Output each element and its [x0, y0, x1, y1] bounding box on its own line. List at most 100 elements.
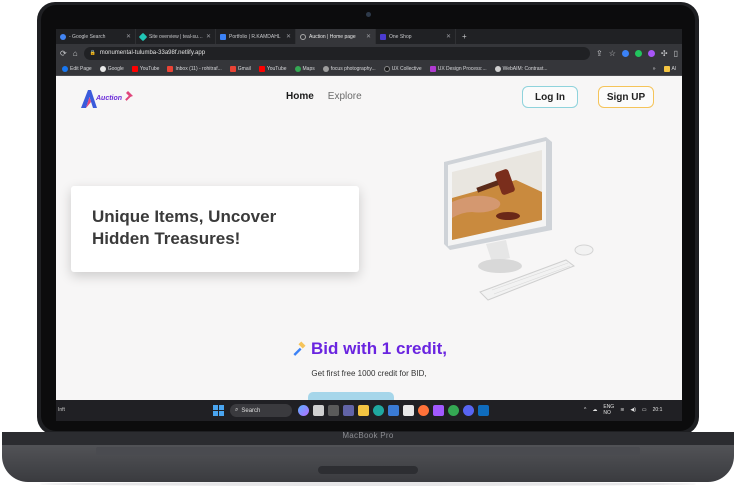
- trackpad-notch: [318, 466, 418, 474]
- microsoft-store-icon[interactable]: [388, 405, 399, 416]
- youtube-icon: [258, 65, 265, 72]
- bookmark-item[interactable]: UX Collective: [383, 65, 422, 72]
- search-icon: ⌕: [235, 407, 239, 413]
- language-indicator[interactable]: ENG NO: [603, 404, 614, 416]
- extension-purple-icon[interactable]: [647, 49, 655, 57]
- bookmark-label: Edit Page: [70, 65, 92, 72]
- onedrive-icon[interactable]: ☁: [592, 407, 597, 413]
- extension-blue-icon[interactable]: [621, 49, 629, 57]
- address-bar[interactable]: 🔒 monumental-tulumba-33a98f.netlify.app: [83, 46, 591, 60]
- puzzle-icon[interactable]: ✣: [661, 49, 668, 58]
- system-tray: ^ ☁ ENG NO ≋ ◀) ▭ 20:1: [584, 404, 662, 416]
- star-icon[interactable]: ☆: [609, 49, 616, 58]
- new-tab-button[interactable]: +: [456, 32, 473, 41]
- close-icon[interactable]: ✕: [206, 33, 211, 40]
- close-icon[interactable]: ✕: [126, 33, 131, 40]
- netlify-icon: [138, 32, 148, 41]
- cta-button[interactable]: [308, 392, 394, 400]
- bookmark-item[interactable]: Edit Page: [62, 65, 92, 72]
- home-icon[interactable]: ⌂: [73, 49, 78, 58]
- teams-icon[interactable]: [343, 405, 354, 416]
- site-logo[interactable]: Auction: [78, 87, 138, 111]
- bookmark-label: UX Collective: [391, 65, 422, 72]
- all-bookmarks-folder[interactable]: Al: [663, 65, 676, 72]
- task-view-icon[interactable]: [313, 405, 324, 416]
- tab-one-shop[interactable]: One Shop ✕: [376, 29, 456, 44]
- nav-explore-link[interactable]: Explore: [328, 91, 362, 102]
- bookmark-item[interactable]: Inbox (11) - rohitraf...: [167, 65, 222, 72]
- folder-icon: [663, 65, 670, 72]
- tab-label: Site overview | teal-sunflower-2: [149, 33, 203, 40]
- close-icon[interactable]: ✕: [366, 33, 371, 40]
- windows-start-icon[interactable]: [213, 405, 224, 416]
- tab-site-overview[interactable]: Site overview | teal-sunflower-2 ✕: [136, 29, 216, 44]
- bookmark-label: YouTube: [139, 65, 160, 72]
- office-icon[interactable]: [403, 405, 414, 416]
- hero-card: Unique Items, Uncover Hidden Treasures!: [71, 186, 359, 272]
- extension-green-icon[interactable]: [634, 49, 642, 57]
- close-icon[interactable]: ✕: [446, 33, 451, 40]
- windows-taskbar: Inft ⌕ Search ^ ☁ ENG NO ≋ ◀) ▭ 20:1: [56, 400, 682, 421]
- webaim-icon: [494, 65, 501, 72]
- bid-headline: Bid with 1 credit,: [56, 339, 682, 359]
- screen: - Google Search ✕ Site overview | teal-s…: [56, 29, 682, 421]
- copilot-icon[interactable]: [298, 405, 309, 416]
- share-icon[interactable]: ⇪: [596, 49, 603, 58]
- nav-home-link[interactable]: Home: [286, 91, 314, 102]
- volume-icon[interactable]: ◀): [630, 407, 636, 413]
- reload-icon[interactable]: ⟳: [60, 49, 67, 58]
- tab-portfolio[interactable]: Portfolio | R.KAMDAHL ✕: [216, 29, 296, 44]
- bookmark-item[interactable]: YouTube: [131, 65, 160, 72]
- google-icon: [99, 65, 106, 72]
- web-page: Auction Home Explore Log In Sign UP Uniq…: [56, 77, 682, 400]
- main-nav: Home Explore: [286, 91, 362, 102]
- xd-icon: [429, 65, 436, 72]
- bookmark-item[interactable]: WebAIM: Contrast...: [494, 65, 548, 72]
- file-explorer-icon[interactable]: [358, 405, 369, 416]
- bookmark-item[interactable]: Google: [99, 65, 124, 72]
- globe-icon: [322, 65, 329, 72]
- tab-auction[interactable]: Auction | Home page ✕: [296, 29, 376, 44]
- bookmarks-overflow-button[interactable]: »: [653, 66, 656, 72]
- bookmark-label: Google: [107, 65, 124, 72]
- tab-label: One Shop: [389, 33, 412, 40]
- bookmark-label: focus photography...: [330, 65, 376, 72]
- wifi-icon[interactable]: ≋: [620, 407, 624, 413]
- bookmark-item[interactable]: Maps: [294, 65, 315, 72]
- bookmark-item[interactable]: focus photography...: [322, 65, 376, 72]
- taskbar-widget-text[interactable]: Inft: [58, 407, 65, 413]
- chrome-icon[interactable]: [448, 405, 459, 416]
- login-button[interactable]: Log In: [522, 86, 578, 108]
- chevron-up-icon[interactable]: ^: [584, 407, 586, 413]
- clock[interactable]: 20:1: [653, 407, 663, 413]
- bookmark-item[interactable]: UX Design Process:...: [429, 65, 487, 72]
- discord-icon[interactable]: [463, 405, 474, 416]
- bookmark-item[interactable]: YouTube: [258, 65, 287, 72]
- bookmark-label: WebAIM: Contrast...: [502, 65, 548, 72]
- store-icon[interactable]: [328, 405, 339, 416]
- bookmark-item[interactable]: Gmail: [229, 65, 251, 72]
- webcam: [366, 12, 371, 17]
- browser-tabbar: - Google Search ✕ Site overview | teal-s…: [56, 29, 682, 44]
- close-icon[interactable]: ✕: [286, 33, 291, 40]
- mail-icon[interactable]: [478, 405, 489, 416]
- tab-label: - Google Search: [69, 33, 106, 40]
- lock-icon: 🔒: [89, 50, 96, 56]
- ux-collective-icon: [383, 65, 390, 72]
- auction-computer-illustration: [444, 137, 594, 301]
- bookmark-label: Maps: [302, 65, 315, 72]
- edge-icon[interactable]: [373, 405, 384, 416]
- logo-text: Auction: [96, 95, 123, 102]
- bookmarks-bar: Edit Page Google YouTube Inbox (11) - ro…: [56, 62, 682, 76]
- battery-icon[interactable]: ▭: [642, 407, 647, 413]
- tab-google-search[interactable]: - Google Search ✕: [56, 29, 136, 44]
- bid-title: Bid with 1 credit,: [310, 339, 448, 358]
- keyboard-layout: NO: [603, 410, 611, 416]
- sidebar-icon[interactable]: ▯: [674, 49, 678, 58]
- taskbar-search[interactable]: ⌕ Search: [230, 404, 292, 417]
- figma-icon[interactable]: [433, 405, 444, 416]
- bookmark-label: Gmail: [237, 65, 251, 72]
- firefox-icon[interactable]: [418, 405, 429, 416]
- bookmark-label: UX Design Process:...: [437, 65, 487, 72]
- signup-button[interactable]: Sign UP: [598, 86, 654, 108]
